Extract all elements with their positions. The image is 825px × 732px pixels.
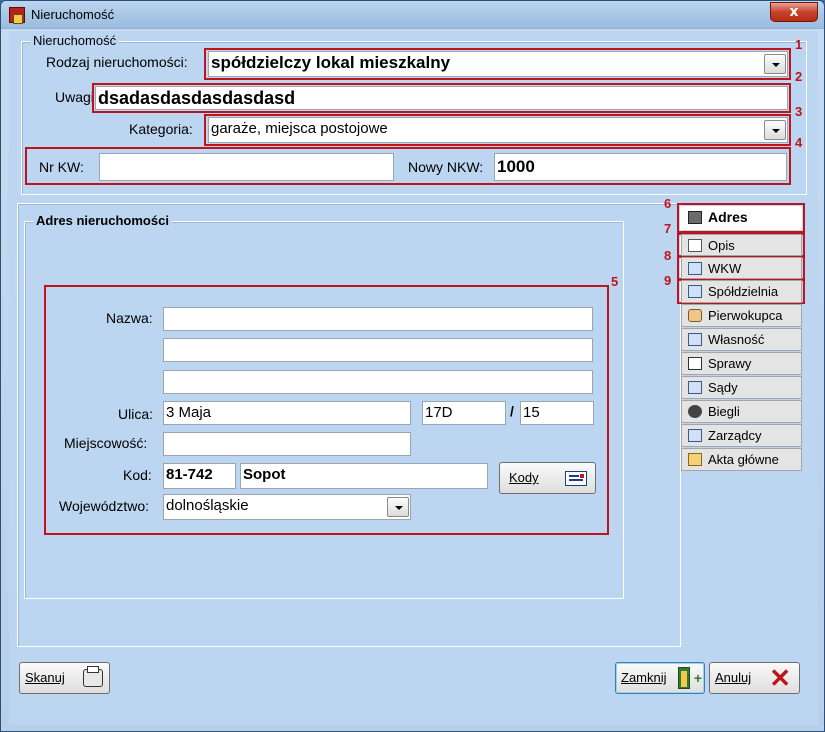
- tab-wlasnosc[interactable]: Własność: [681, 328, 802, 351]
- group-legend: Nieruchomość: [30, 33, 120, 48]
- person-icon: [688, 405, 702, 418]
- tab-sprawy-label: Sprawy: [708, 356, 752, 371]
- dialog-client-area: Nieruchomość Rodzaj nieruchomości: spółd…: [9, 31, 818, 725]
- kod-label: Kod:: [123, 467, 152, 483]
- annotation-number-2: 2: [795, 69, 803, 84]
- kody-button[interactable]: Kody: [499, 462, 596, 494]
- anuluj-button-label: Anuluj: [715, 670, 752, 685]
- app-house-icon: [9, 7, 25, 24]
- zamknij-button-label: Zamknij: [621, 670, 667, 685]
- skanuj-button-label: Skanuj: [25, 670, 65, 685]
- house-number-input[interactable]: 17D: [422, 401, 506, 425]
- miejscowosc-label: Miejscowość:: [64, 435, 148, 451]
- kategoria-label: Kategoria:: [129, 121, 193, 137]
- annotation-number-7: 7: [664, 221, 672, 236]
- notes-icon: [688, 239, 702, 252]
- annotation-number-8: 8: [664, 248, 672, 263]
- window-title: Nieruchomość: [31, 7, 115, 22]
- tab-wkw[interactable]: WKW: [681, 257, 802, 279]
- dialog-window: Nieruchomość x Nieruchomość Rodzaj nieru…: [0, 0, 825, 732]
- address-legend: Adres nieruchomości: [33, 213, 172, 228]
- flat-number-input[interactable]: 15: [520, 401, 594, 425]
- number-separator: /: [510, 403, 514, 419]
- tab-opis-label: Opis: [708, 238, 735, 253]
- tab-pierwokupca-label: Pierwokupca: [708, 308, 783, 323]
- kategoria-dropdown-button[interactable]: [764, 120, 786, 140]
- folder-icon: [688, 453, 702, 466]
- book-icon: [688, 285, 702, 298]
- rodzaj-label: Rodzaj nieruchomości:: [46, 54, 188, 70]
- rodzaj-dropdown-button[interactable]: [764, 54, 786, 74]
- tab-spoldzielnia[interactable]: Spółdzielnia: [681, 280, 802, 303]
- nowy-nkw-label: Nowy NKW:: [408, 159, 484, 175]
- wojewodztwo-dropdown-button[interactable]: [387, 497, 409, 517]
- annotation-number-4: 4: [795, 135, 803, 150]
- tab-spoldzielnia-label: Spółdzielnia: [708, 284, 779, 299]
- nazwa-label: Nazwa:: [106, 310, 153, 326]
- tab-biegli[interactable]: Biegli: [681, 400, 802, 423]
- tab-biegli-label: Biegli: [708, 404, 740, 419]
- hand-icon: [688, 309, 702, 322]
- annotation-number-9: 9: [664, 273, 672, 288]
- postal-card-icon: [565, 471, 587, 486]
- tab-akta-glowne-label: Akta główne: [708, 452, 779, 467]
- nazwa-input-3[interactable]: [163, 370, 593, 394]
- book-icon: [688, 262, 702, 275]
- anuluj-button[interactable]: Anuluj ✕: [709, 662, 800, 694]
- nrkw-label: Nr KW:: [39, 159, 84, 175]
- tab-wkw-label: WKW: [708, 261, 742, 276]
- ulica-input[interactable]: 3 Maja: [163, 401, 411, 425]
- arrow-right-icon: +: [693, 670, 702, 686]
- tab-sady-label: Sądy: [708, 380, 738, 395]
- nowy-nkw-input[interactable]: 1000: [494, 153, 787, 181]
- exit-door-icon: [678, 667, 690, 689]
- tab-zarzadcy[interactable]: Zarządcy: [681, 424, 802, 447]
- uwagi-input[interactable]: dsadasdasdasdasdasd: [95, 86, 788, 110]
- tab-wlasnosc-label: Własność: [708, 332, 765, 347]
- postal-code-input[interactable]: 81-742: [163, 463, 236, 489]
- kody-button-label: Kody: [509, 470, 539, 485]
- title-bar[interactable]: Nieruchomość x: [1, 1, 824, 29]
- printer-icon: [83, 666, 103, 687]
- city-input[interactable]: Sopot: [240, 463, 488, 489]
- annotation-number-3: 3: [795, 104, 803, 119]
- tab-zarzadcy-label: Zarządcy: [708, 428, 762, 443]
- annotation-number-5: 5: [611, 274, 619, 289]
- annotation-number-1: 1: [795, 37, 803, 52]
- ulica-label: Ulica:: [118, 406, 154, 422]
- rodzaj-select[interactable]: spółdzielczy lokal mieszkalny: [208, 51, 788, 77]
- case-icon: [688, 357, 702, 370]
- wojewodztwo-value: dolnośląskie: [166, 497, 249, 514]
- tab-sady[interactable]: Sądy: [681, 376, 802, 399]
- nrkw-input[interactable]: [99, 153, 394, 181]
- tab-adres-label: Adres: [708, 209, 748, 225]
- tab-adres[interactable]: Adres: [681, 206, 802, 230]
- bank-icon: [688, 211, 702, 224]
- book-icon: [688, 381, 702, 394]
- tab-sprawy[interactable]: Sprawy: [681, 352, 802, 375]
- certificate-icon: [688, 333, 702, 346]
- close-button[interactable]: x: [770, 2, 818, 22]
- kategoria-select[interactable]: garaże, miejsca postojowe: [208, 117, 788, 143]
- cancel-x-icon: ✕: [769, 663, 791, 693]
- skanuj-button[interactable]: Skanuj: [19, 662, 110, 694]
- miejscowosc-input[interactable]: [163, 432, 411, 456]
- nazwa-input-2[interactable]: [163, 338, 593, 362]
- annotation-number-6: 6: [664, 196, 672, 211]
- nazwa-input-1[interactable]: [163, 307, 593, 331]
- wojewodztwo-label: Województwo:: [59, 498, 150, 514]
- kategoria-value: garaże, miejsca postojowe: [211, 120, 388, 137]
- tab-pierwokupca[interactable]: Pierwokupca: [681, 304, 802, 327]
- wojewodztwo-select[interactable]: dolnośląskie: [163, 494, 411, 520]
- tab-akta-glowne[interactable]: Akta główne: [681, 448, 802, 471]
- rodzaj-value: spółdzielczy lokal mieszkalny: [211, 53, 451, 72]
- tab-opis[interactable]: Opis: [681, 234, 802, 256]
- certificate-icon: [688, 429, 702, 442]
- zamknij-button[interactable]: Zamknij +: [615, 662, 705, 694]
